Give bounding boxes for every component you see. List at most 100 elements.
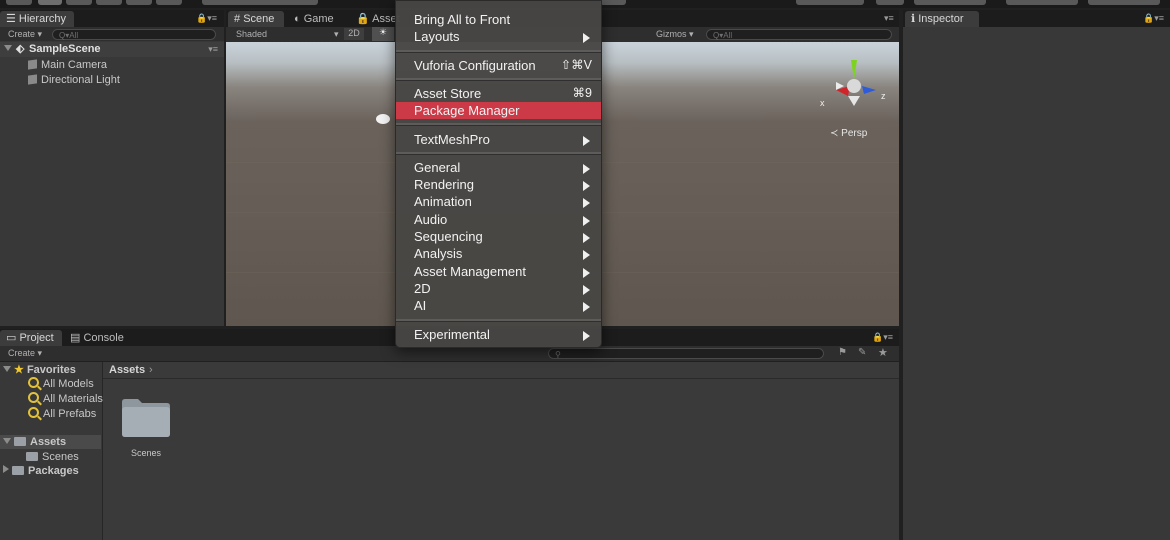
submenu-arrow-icon (583, 285, 590, 295)
submenu-arrow-icon (583, 250, 590, 260)
move-tool-button[interactable] (38, 0, 62, 5)
filter-type-icon[interactable]: ⚑ (838, 347, 847, 358)
2d-toggle-button[interactable]: 2D (344, 28, 364, 40)
menu-item-label: Experimental (414, 327, 490, 342)
hierarchy-search-input[interactable]: Q▾All (52, 29, 216, 40)
tab-label: Game (303, 13, 334, 25)
tab-console[interactable]: ▤ Console (64, 330, 130, 346)
menu-item-experimental[interactable]: Experimental (396, 326, 601, 343)
persp-label[interactable]: ≺ Persp (830, 128, 867, 139)
menu-item-bring-all-to-front[interactable]: Bring All to Front (396, 11, 601, 28)
menu-item-layouts[interactable]: Layouts (396, 28, 601, 45)
menu-item-ai[interactable]: AI (396, 297, 601, 314)
collab-button[interactable] (796, 0, 864, 5)
menu-item-label: Bring All to Front (414, 12, 511, 27)
submenu-arrow-icon (583, 136, 590, 146)
menu-item-asset-management[interactable]: Asset Management (396, 263, 601, 280)
scene-search-input[interactable]: Q▾All (706, 29, 892, 40)
tab-hierarchy[interactable]: ☰ Hierarchy (0, 11, 74, 27)
breadcrumb-assets[interactable]: Assets (109, 362, 145, 378)
menu-item-package-manager[interactable]: Package Manager (396, 102, 601, 119)
assets-folder-row[interactable]: Assets (0, 435, 101, 449)
menu-item-rendering[interactable]: Rendering (396, 176, 601, 193)
project-toolbar: Create ▾ ⚲ ⚑ ✎ ★ (0, 346, 899, 361)
filter-label-icon[interactable]: ✎ (858, 347, 866, 358)
hierarchy-item-directional-light[interactable]: Directional Light (28, 73, 120, 87)
menu-item-vuforia-configuration[interactable]: Vuforia Configuration ⇧⌘V (396, 57, 601, 74)
menu-item-sequencing[interactable]: Sequencing (396, 228, 601, 245)
lock-icon[interactable]: 🔒▾≡ (196, 13, 217, 24)
inspector-tab-label: Inspector (918, 13, 964, 25)
expand-arrow-icon[interactable] (4, 45, 12, 51)
axis-gizmo-icon (836, 60, 876, 106)
rect-tool-button[interactable] (126, 0, 152, 5)
menu-item-analysis[interactable]: Analysis (396, 245, 601, 262)
cloud-light-icon[interactable] (376, 114, 390, 124)
packages-folder-row[interactable]: Packages (3, 464, 79, 478)
hierarchy-create-button[interactable]: Create ▾ (8, 29, 42, 40)
collapse-arrow-icon[interactable] (3, 465, 9, 473)
lock-icon[interactable]: 🔒▾≡ (1143, 13, 1164, 24)
hierarchy-panel: Create ▾ Q▾All ⬖ SampleScene ▾≡ Main Cam… (0, 27, 224, 326)
folder-icon (12, 466, 24, 475)
step-button[interactable] (600, 0, 626, 5)
favorite-label: All Models (43, 378, 94, 390)
favorite-item-all-models[interactable]: All Models (28, 377, 94, 391)
gizmos-dropdown[interactable]: Gizmos ▾ (656, 29, 694, 40)
menu-item-label: Analysis (414, 246, 463, 261)
menu-item-general[interactable]: General (396, 159, 601, 176)
favorite-item-all-materials[interactable]: All Materials (28, 392, 103, 406)
cloud-button[interactable] (876, 0, 904, 5)
hand-tool-button[interactable] (6, 0, 32, 5)
tab-project[interactable]: ▭ Project (0, 330, 62, 346)
submenu-arrow-icon (583, 181, 590, 191)
menu-item-animation[interactable]: Animation (396, 193, 601, 210)
transform-tool-button[interactable] (156, 0, 182, 5)
favorites-row[interactable]: ★ Favorites (3, 363, 76, 377)
pivot-toggle-button[interactable] (202, 0, 318, 5)
expand-arrow-icon[interactable] (3, 366, 11, 372)
folder-icon (26, 452, 38, 461)
shading-mode-dropdown[interactable]: Shaded (236, 29, 267, 39)
folder-icon (14, 437, 26, 446)
hierarchy-subbar: Create ▾ Q▾All (0, 27, 224, 41)
menu-item-textmeshpro[interactable]: TextMeshPro (396, 131, 601, 148)
scenes-folder-tile[interactable] (121, 396, 171, 437)
favorite-item-all-prefabs[interactable]: All Prefabs (28, 407, 96, 421)
scale-tool-button[interactable] (96, 0, 122, 5)
scene-options-icon[interactable]: ▾≡ (884, 13, 894, 24)
layers-dropdown[interactable] (1006, 0, 1078, 5)
scene-row[interactable]: ⬖ SampleScene ▾≡ (0, 42, 224, 57)
gameobject-cube-icon (28, 59, 37, 70)
menu-item-label: TextMeshPro (414, 132, 490, 147)
packages-label: Packages (28, 465, 79, 477)
orientation-gizmo[interactable]: x z (820, 52, 886, 112)
expand-arrow-icon[interactable] (3, 438, 11, 444)
scene-options-icon[interactable]: ▾≡ (208, 42, 218, 57)
project-search-input[interactable]: ⚲ (548, 348, 824, 359)
project-create-button[interactable]: Create ▾ (8, 348, 42, 359)
lighting-toggle-icon[interactable]: ☀ (372, 27, 394, 41)
tab-scene[interactable]: # Scene (228, 11, 284, 27)
menu-item-audio[interactable]: Audio (396, 211, 601, 228)
chevron-right-icon: › (149, 364, 153, 376)
folder-tile-label: Scenes (130, 448, 162, 458)
hierarchy-item-main-camera[interactable]: Main Camera (28, 58, 107, 72)
layout-dropdown[interactable] (1088, 0, 1160, 5)
lock-icon[interactable]: 🔒▾≡ (872, 332, 893, 343)
menu-item-2d[interactable]: 2D (396, 280, 601, 297)
menu-item-asset-store[interactable]: Asset Store ⌘9 (396, 85, 601, 102)
favorite-label: All Prefabs (43, 408, 97, 420)
scenes-folder-row[interactable]: Scenes (26, 450, 79, 464)
rotate-tool-button[interactable] (66, 0, 92, 5)
favorite-star-icon[interactable]: ★ (878, 346, 888, 359)
submenu-arrow-icon (583, 164, 590, 174)
tab-game[interactable]: ◐ Game (288, 11, 340, 27)
menu-item-label: Package Manager (414, 103, 520, 118)
hierarchy-tabstrip: ☰ Hierarchy 🔒▾≡ (0, 10, 224, 27)
favorite-label: All Materials (43, 393, 103, 405)
account-button[interactable] (914, 0, 986, 5)
tab-inspector[interactable]: ℹ Inspector (905, 11, 979, 27)
submenu-arrow-icon (583, 233, 590, 243)
menu-item-label: 2D (414, 281, 431, 296)
